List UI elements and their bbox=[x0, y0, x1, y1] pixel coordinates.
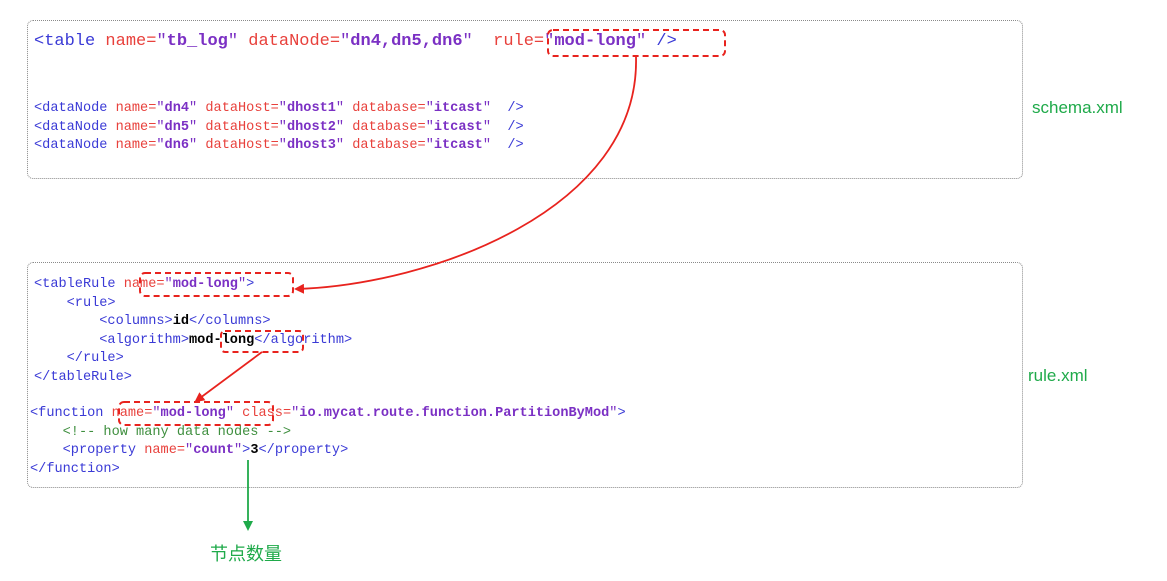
node-count-label: 节点数量 bbox=[210, 544, 282, 564]
annotation-overlay bbox=[118, 29, 726, 531]
arrow-algorithm-to-function bbox=[194, 351, 263, 403]
arrow-rule-to-tablerule bbox=[294, 56, 637, 294]
highlight-tablerule-name bbox=[139, 272, 294, 297]
highlight-schema-rule bbox=[547, 29, 726, 57]
highlight-algorithm-value bbox=[220, 330, 304, 353]
highlight-function-name bbox=[118, 401, 274, 426]
